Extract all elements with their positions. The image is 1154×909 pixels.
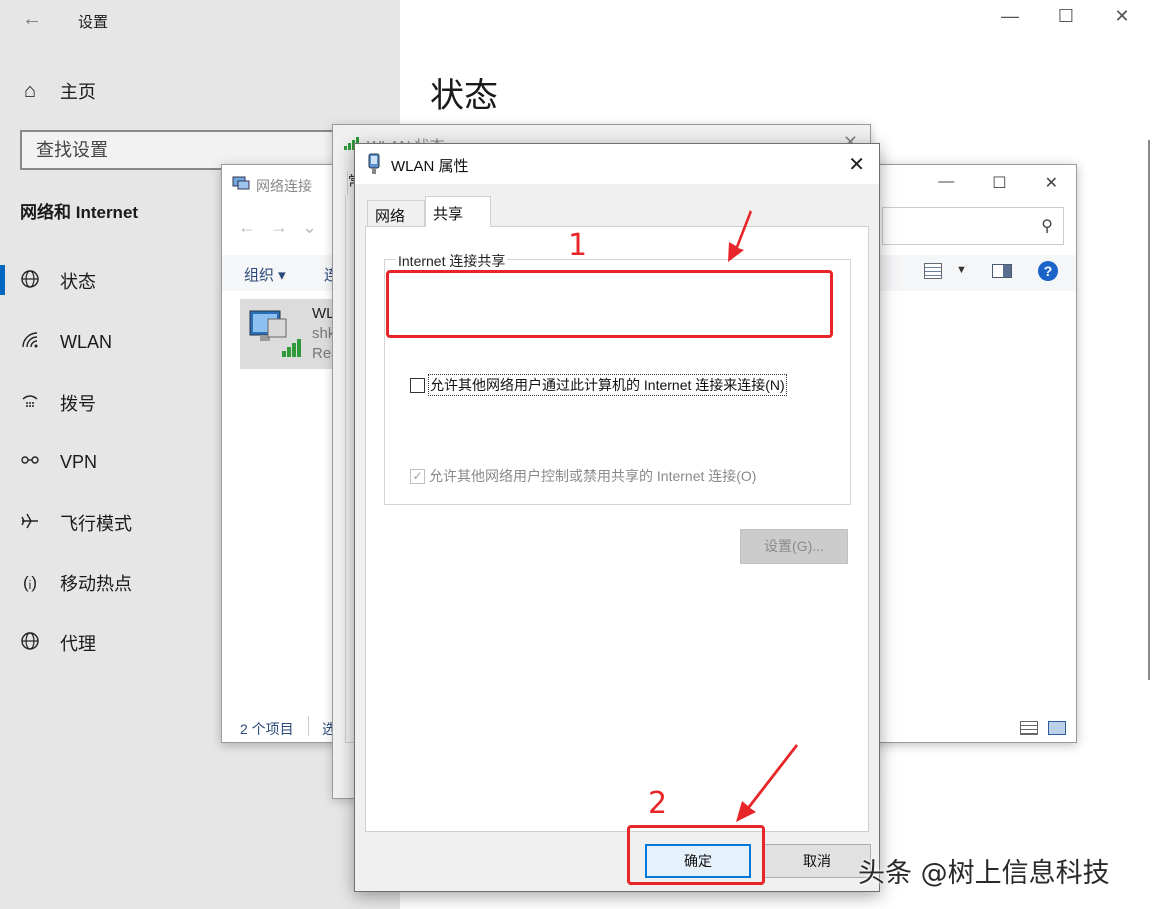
tab-sharing[interactable]: 共享 <box>425 196 491 227</box>
divider <box>308 716 309 736</box>
allow-control-checkbox[interactable]: ✓ 允许其他网络用户控制或禁用共享的 Internet 连接(O) <box>410 466 756 486</box>
large-icons-view-icon[interactable] <box>1048 721 1066 735</box>
network-adapter-icon <box>368 153 380 174</box>
settings-window-controls: — ☐ ✕ <box>1000 6 1132 27</box>
nav-item-vpn[interactable]: VPN <box>20 450 97 475</box>
back-arrow-icon[interactable]: ← <box>22 8 42 31</box>
globe-status-icon <box>20 269 40 294</box>
nav-item-status-label: 状态 <box>60 272 96 292</box>
nav-item-dialup-label: 拨号 <box>60 394 96 414</box>
window-controls: — ☐ ✕ <box>938 173 1058 193</box>
globe-proxy-icon <box>20 631 40 656</box>
checkbox-box[interactable] <box>410 377 425 393</box>
nav-home[interactable]: ⌂ 主页 <box>20 78 96 104</box>
annotation-number: 1 <box>568 228 588 263</box>
checkbox-label: 允许其他网络用户控制或禁用共享的 Internet 连接(O) <box>429 468 757 484</box>
settings-title: 设置 <box>78 14 109 31</box>
nav-home-label: 主页 <box>60 82 96 102</box>
watermark: 头条 @树上信息科技 <box>858 858 1110 889</box>
active-indicator <box>0 265 5 295</box>
chevron-down-icon[interactable]: ▼ <box>956 264 967 276</box>
search-icon: ⚲ <box>1041 218 1053 235</box>
maximize-icon[interactable]: ☐ <box>992 173 1006 193</box>
nav-item-proxy[interactable]: 代理 <box>20 630 96 656</box>
organize-menu[interactable]: 组织 ▾ <box>244 264 286 285</box>
checkmark-icon[interactable]: ✓ <box>410 468 425 484</box>
preview-pane-icon[interactable] <box>992 264 1012 278</box>
minimize-icon[interactable]: — <box>1000 6 1020 27</box>
tab-network[interactable]: 网络 <box>367 200 425 226</box>
nav-item-proxy-label: 代理 <box>60 634 96 654</box>
nav-item-hotspot-label: 移动热点 <box>60 574 132 594</box>
highlight-box <box>386 270 833 338</box>
nav-item-wlan[interactable]: WLAN <box>20 330 112 355</box>
nav-item-dialup[interactable]: 拨号 <box>20 390 96 416</box>
page-title: 状态 <box>430 77 498 115</box>
vpn-icon <box>20 450 40 475</box>
nav-item-airplane[interactable]: 飞行模式 <box>20 510 132 536</box>
view-options-icon[interactable] <box>924 263 942 279</box>
section-title: 网络和 Internet <box>20 203 139 222</box>
nav-item-hotspot[interactable]: (ᵢ) 移动热点 <box>20 570 132 596</box>
highlight-box <box>627 825 765 885</box>
dialup-icon <box>20 391 40 416</box>
wireless-adapter-icon <box>249 310 301 357</box>
settings-button[interactable]: 设置(G)... <box>740 529 848 564</box>
nav-item-wlan-label: WLAN <box>60 332 113 352</box>
nav-arrows-icon[interactable]: ←→⌄ <box>238 217 331 238</box>
close-icon[interactable]: ✕ <box>1112 6 1132 27</box>
dialog-title: WLAN 属性 <box>391 158 469 175</box>
item-count: 2 个项目 <box>240 721 294 737</box>
minimize-icon[interactable]: — <box>938 173 954 193</box>
home-icon: ⌂ <box>23 79 37 102</box>
details-view-icon[interactable] <box>1020 721 1038 735</box>
titlebar[interactable]: WLAN 属性 ✕ <box>355 144 879 184</box>
annotation-number: 2 <box>648 786 668 821</box>
nav-item-vpn-label: VPN <box>60 452 98 472</box>
close-icon[interactable]: ✕ <box>848 152 865 177</box>
wifi-icon <box>20 330 40 355</box>
network-folder-icon <box>232 176 250 190</box>
nav-item-airplane-label: 飞行模式 <box>60 514 132 534</box>
search-input[interactable]: ⚲ <box>882 207 1064 245</box>
nav-item-status[interactable]: 状态 <box>20 268 96 294</box>
window-title: 网络连接 <box>256 178 312 194</box>
close-icon[interactable]: ✕ <box>1045 173 1058 193</box>
help-icon[interactable]: ? <box>1038 261 1058 281</box>
maximize-icon[interactable]: ☐ <box>1056 6 1076 27</box>
airplane-icon <box>20 511 40 536</box>
hotspot-icon: (ᵢ) <box>23 573 37 592</box>
allow-connect-checkbox[interactable]: 允许其他网络用户通过此计算机的 Internet 连接来连接(N) <box>410 374 787 396</box>
checkbox-label: 允许其他网络用户通过此计算机的 Internet 连接来连接(N) <box>428 374 787 396</box>
scrollbar[interactable] <box>1148 140 1150 680</box>
wlan-properties-dialog: WLAN 属性 ✕ 网络 共享 Internet 连接共享 允许其他网络用户通过… <box>354 143 880 892</box>
cancel-button[interactable]: 取消 <box>763 844 871 878</box>
group-title: Internet 连接共享 <box>396 251 508 271</box>
